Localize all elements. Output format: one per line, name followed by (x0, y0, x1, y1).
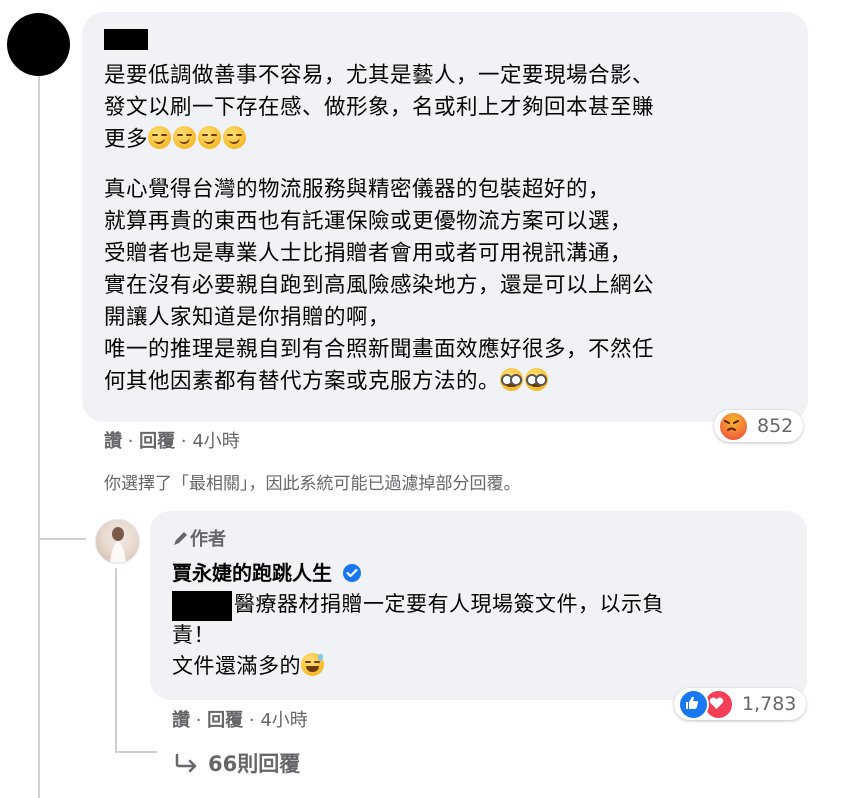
smirk-emoji-icon (148, 126, 172, 149)
reply-text: 醫療器材捐贈一定要有人現場簽文件，以示負 責！ 文件還滿多的 (172, 592, 664, 678)
nerd-emoji-icon (525, 368, 549, 391)
action-separator: · (175, 431, 193, 452)
reply-bubble: 作者 賈永婕的跑跳人生 醫療器材捐贈一定要有人現場簽文件，以示負 責！ 文件還滿多的 (150, 511, 807, 700)
like-link[interactable]: 讚 (104, 431, 122, 452)
more-connector (117, 751, 157, 753)
action-separator: · (122, 431, 140, 452)
reply-thread-line (115, 568, 117, 753)
comment-reactions[interactable]: 852 (714, 410, 804, 442)
more-replies-label: 66則回覆 (208, 752, 301, 776)
comment-paragraph-2: 真心覺得台灣的物流服務與精密儀器的包裝超好的， 就算再貴的東西也有託運保險或更優物… (104, 177, 655, 394)
view-more-replies[interactable]: 66則回覆 (174, 748, 300, 778)
comment-reaction-count: 852 (757, 415, 794, 437)
verified-badge-icon (342, 563, 362, 588)
reply-actions: 讚 · 回覆 · 4小時 (172, 706, 308, 732)
reply-timestamp[interactable]: 4小時 (260, 710, 307, 731)
smirk-emoji-icon (223, 126, 247, 149)
comment-bubble: 是要低調做善事不容易，尤其是藝人，一定要現場合影、 發文以刷一下存在感、做形象，名… (82, 12, 808, 422)
action-separator: · (190, 710, 208, 731)
thread-line (38, 72, 40, 798)
author-avatar[interactable] (95, 519, 140, 564)
reply-reply-link[interactable]: 回覆 (207, 710, 243, 731)
smirk-emoji-icon (173, 126, 197, 149)
reply-connector (40, 538, 86, 540)
reply-reactions[interactable]: 1,783 (674, 688, 807, 720)
smirk-emoji-icon (198, 126, 222, 149)
reply-reaction-count: 1,783 (742, 693, 797, 715)
comment-paragraph-1: 是要低調做善事不容易，尤其是藝人，一定要現場合影、 發文以刷一下存在感、做形象，名… (104, 63, 655, 152)
author-name-row: 賈永婕的跑跳人生 (172, 557, 362, 588)
reply-like-link[interactable]: 讚 (172, 710, 190, 731)
sweat-smile-emoji-icon (301, 653, 324, 676)
comment-actions: 讚 · 回覆 · 4小時 (104, 427, 240, 453)
comment-timestamp[interactable]: 4小時 (192, 431, 239, 452)
like-reaction-icon (678, 688, 709, 720)
filter-notice: 你選擇了「最相關」，因此系統可能已過濾掉部分回覆。 (104, 474, 521, 494)
reply-arrow-icon (174, 753, 200, 778)
pencil-icon (172, 529, 190, 552)
angry-reaction-icon (718, 410, 749, 442)
redacted-commenter-name[interactable] (104, 29, 148, 50)
action-separator: · (243, 710, 261, 731)
author-name[interactable]: 賈永婕的跑跳人生 (172, 561, 332, 585)
nerd-emoji-icon (500, 368, 524, 391)
commenter-avatar[interactable] (7, 13, 70, 76)
author-badge: 作者 (172, 525, 226, 552)
reply-link[interactable]: 回覆 (139, 431, 175, 452)
